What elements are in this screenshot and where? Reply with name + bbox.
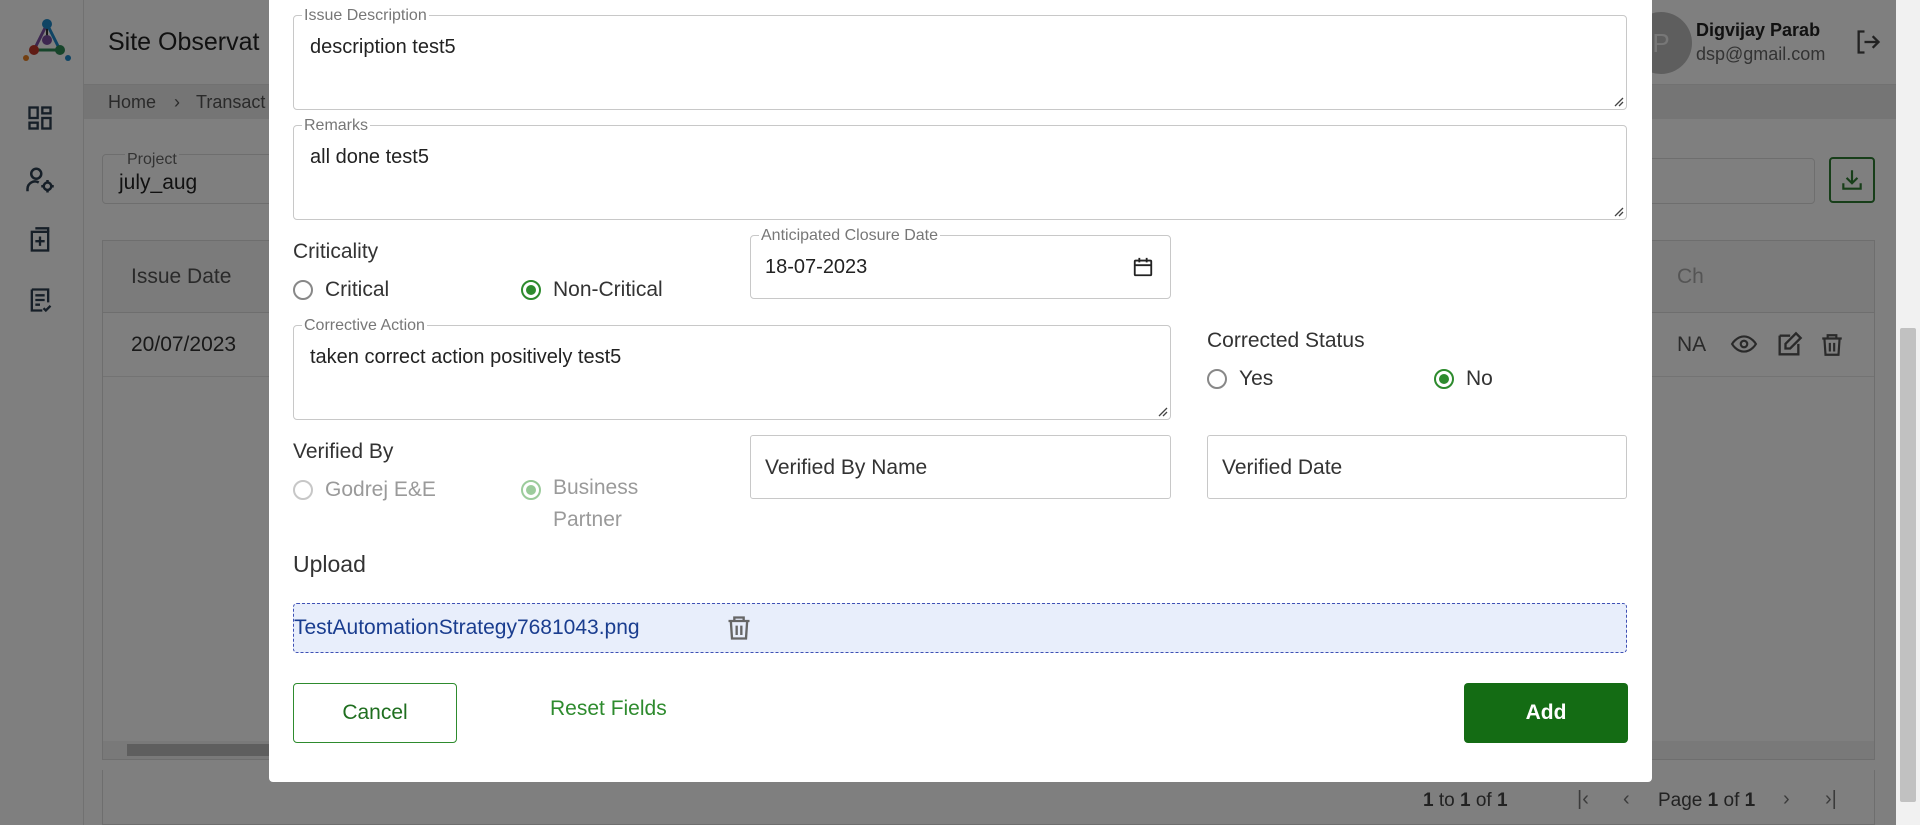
anticipated-closure-date-value: 18-07-2023 [765,256,868,278]
remarks-field[interactable]: Remarks all done test5 [293,117,1627,220]
radio-godrej-label: Godrej E&E [325,478,436,501]
cancel-button[interactable]: Cancel [293,683,457,743]
radio-corrected-no-indicator[interactable] [1434,369,1454,389]
resize-grip-icon[interactable] [1156,405,1168,417]
radio-corrected-no-label: No [1466,367,1493,390]
calendar-icon[interactable] [1132,256,1154,278]
upload-label: Upload [293,551,366,577]
verified-by-label: Verified By [293,440,394,463]
radio-critical-label: Critical [325,278,390,301]
corrective-action-value: taken correct action positively test5 [310,346,622,368]
remarks-label: Remarks [302,117,371,135]
radio-critical-indicator[interactable] [293,280,313,300]
issue-description-value: description test5 [310,36,456,58]
radio-corrected-yes-label: Yes [1239,367,1274,390]
verified-by-name-input[interactable]: Verified By Name [750,435,1171,499]
corrective-action-field[interactable]: Corrective Action taken correct action p… [293,317,1171,420]
uploaded-file-link[interactable]: TestAutomationStrategy7681043.png [294,616,640,640]
issue-description-field[interactable]: Issue Description description test5 [293,7,1627,110]
remarks-value: all done test5 [310,146,429,168]
corrected-status-label: Corrected Status [1207,329,1365,352]
page-scrollbar-thumb[interactable] [1900,328,1916,802]
radio-business-partner-indicator[interactable] [521,480,541,500]
resize-grip-icon[interactable] [1612,95,1624,107]
upload-dropzone[interactable]: TestAutomationStrategy7681043.png [293,603,1627,653]
radio-business-partner-label: Business Partner [553,476,639,531]
page-scrollbar[interactable] [1896,0,1920,825]
radio-non-critical[interactable]: Non-Critical [521,278,663,302]
radio-corrected-yes[interactable]: Yes [1207,367,1273,391]
radio-non-critical-label: Non-Critical [553,278,663,301]
reset-fields-button[interactable]: Reset Fields [550,697,667,721]
corrective-action-label: Corrective Action [302,317,427,335]
issue-description-label: Issue Description [302,7,429,25]
radio-non-critical-indicator[interactable] [521,280,541,300]
anticipated-closure-date-field[interactable]: Anticipated Closure Date 18-07-2023 [750,227,1171,299]
anticipated-closure-date-label: Anticipated Closure Date [759,227,940,245]
verified-date-input[interactable]: Verified Date [1207,435,1627,499]
add-button[interactable]: Add [1464,683,1628,743]
radio-corrected-no[interactable]: No [1434,367,1493,391]
radio-godrej[interactable]: Godrej E&E [293,478,436,502]
add-observation-dialog: Issue Description description test5 Rema… [269,0,1652,782]
radio-godrej-indicator[interactable] [293,480,313,500]
verified-by-name-placeholder: Verified By Name [765,456,928,479]
resize-grip-icon[interactable] [1612,205,1624,217]
trash-icon[interactable] [725,613,753,648]
radio-corrected-yes-indicator[interactable] [1207,369,1227,389]
criticality-label: Criticality [293,240,379,263]
radio-critical[interactable]: Critical [293,278,389,302]
radio-business-partner[interactable]: Business Partner [521,472,671,536]
verified-date-placeholder: Verified Date [1222,456,1343,479]
